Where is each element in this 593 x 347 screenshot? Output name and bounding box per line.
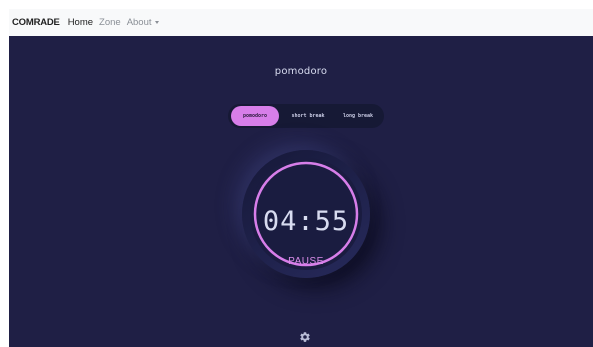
pause-button[interactable]: PAUSE [250, 256, 362, 267]
app-title: pomodoro [274, 66, 328, 77]
nav-dropdown-about[interactable]: About [127, 17, 159, 28]
brand-logo[interactable]: COMRADE [12, 17, 60, 28]
gear-icon[interactable] [299, 331, 311, 343]
mode-short-break-button[interactable]: short break [283, 106, 333, 126]
nav-link-zone[interactable]: Zone [99, 17, 121, 28]
nav-link-home[interactable]: Home [68, 17, 93, 28]
time-display: 04:55 [262, 206, 350, 237]
mode-long-break-button[interactable]: long break [335, 106, 381, 126]
caret-down-icon [154, 20, 159, 24]
timer-dial: 04:55 PAUSE [242, 150, 370, 278]
nav-dropdown-about-label: About [126, 17, 152, 28]
pomodoro-app: pomodoro pomodoro short break long break… [9, 36, 593, 347]
navbar: COMRADE Home Zone About [9, 9, 593, 36]
timer-face[interactable]: 04:55 PAUSE [250, 158, 362, 270]
mode-pomodoro-button[interactable]: pomodoro [231, 106, 279, 126]
mode-switch: pomodoro short break long break [228, 104, 384, 128]
